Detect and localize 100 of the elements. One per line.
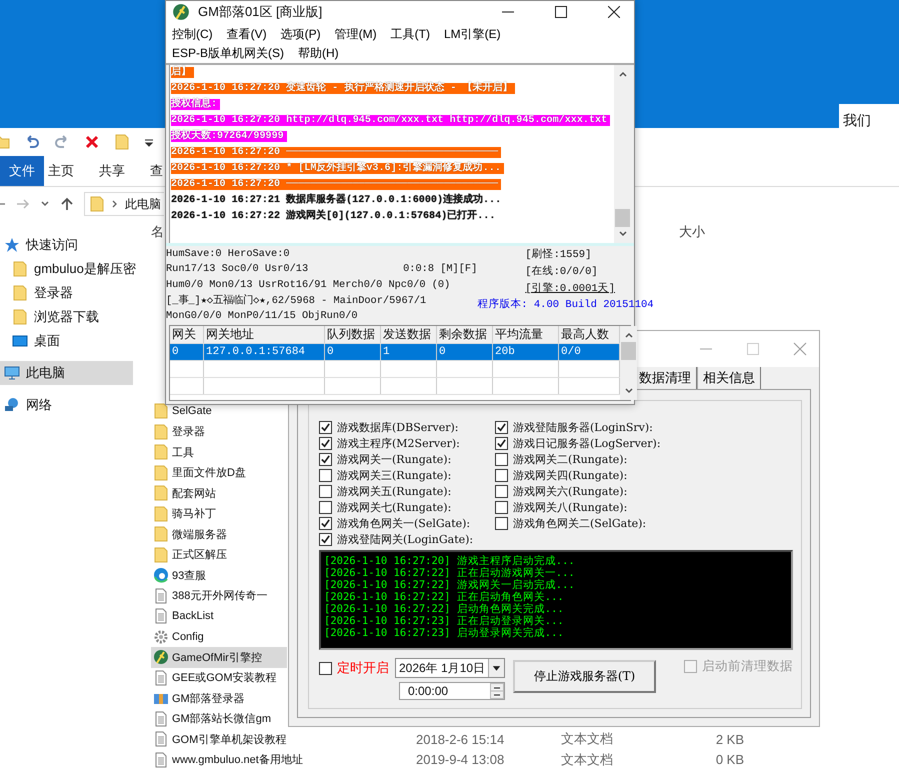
- file-row[interactable]: BackList: [151, 606, 287, 626]
- checkbox[interactable]: [319, 532, 332, 546]
- folder-icon: [153, 506, 169, 522]
- scrollbar[interactable]: [620, 326, 637, 400]
- up-arrow-icon[interactable]: [60, 197, 74, 211]
- server-checkbox[interactable]: 游戏网关七(Rungate):: [319, 499, 495, 515]
- scroll-down-icon[interactable]: [618, 229, 628, 239]
- nav-item[interactable]: 快速访问: [0, 233, 133, 257]
- file-row[interactable]: 388元开外网传奇一: [151, 586, 287, 606]
- scroll-up-icon[interactable]: [618, 69, 628, 79]
- server-checkbox[interactable]: 游戏角色网关二(SelGate):: [495, 515, 755, 531]
- server-checkbox[interactable]: 游戏网关六(Rungate):: [495, 483, 755, 499]
- table-row[interactable]: 0 127.0.0.1:57684 0 1 0 20b 0/0: [170, 344, 620, 361]
- file-row[interactable]: 正式区解压: [151, 544, 287, 565]
- maximize-icon[interactable]: [555, 6, 567, 18]
- server-checkbox[interactable]: 游戏网关四(Rungate):: [495, 467, 755, 483]
- file-row[interactable]: 登录器: [151, 422, 287, 442]
- menu-item[interactable]: 选项(P): [276, 26, 326, 43]
- menu-item[interactable]: LM引擎(E): [440, 26, 506, 43]
- file-row[interactable]: GEE或GOM安装教程: [151, 668, 287, 688]
- console-log: [2026-1-10 16:27:20] 游戏主程序启动完成... [2026-1-10 16:27:22] 正在启动游戏网关一... [2026-1-10 16:27:22] 游戏网关一启动完成... [2026-1-10 16:27:22] 正在启动角色网关... [2026-1-10 16:27:22] 启动角色网关完成... [2026-1-10 16:27:23] 正在启动登录网关... [2026-1-10 16:27:23] 启动登录网关完成...: [319, 550, 793, 650]
- scrollbar[interactable]: [614, 65, 631, 243]
- nav-item[interactable]: 网络: [0, 393, 133, 417]
- stop-server-button[interactable]: 停止游戏服务器(T): [513, 660, 656, 693]
- address-bar[interactable]: 此电脑: [84, 192, 164, 216]
- file-row[interactable]: GameOfMir引擎控: [151, 647, 287, 668]
- scrollbar-thumb[interactable]: [615, 209, 630, 227]
- nav-item[interactable]: 此电脑: [0, 361, 133, 385]
- ribbon-tab[interactable]: 文件: [0, 156, 44, 186]
- file-row[interactable]: 骑马补丁: [151, 504, 287, 524]
- status-text: Run17/13 Soc0/0 Usr0/13: [166, 263, 308, 276]
- timer-checkbox[interactable]: 定时开启: [319, 660, 389, 676]
- checkbox[interactable]: [495, 468, 508, 482]
- server-checkbox[interactable]: 游戏网关二(Rungate):: [495, 451, 755, 467]
- file-row[interactable]: GOM引擎单机架设教程 2018-2-6 15:14 文本文档 2 KB: [151, 729, 751, 750]
- file-row[interactable]: GM部落站长微信gm: [151, 708, 287, 729]
- server-checkbox[interactable]: 游戏登陆网关(LoginGate):: [319, 531, 495, 547]
- column-header[interactable]: 网关: [170, 326, 204, 343]
- star-icon: [4, 237, 20, 253]
- file-row[interactable]: 微端服务器: [151, 524, 287, 544]
- tab[interactable]: 相关信息: [697, 367, 761, 389]
- scroll-down-icon[interactable]: [624, 386, 634, 396]
- checkbox[interactable]: [319, 436, 332, 450]
- server-checkbox[interactable]: 游戏网关三(Rungate):: [319, 467, 495, 483]
- scrollbar-thumb[interactable]: [621, 342, 636, 360]
- server-checkbox[interactable]: 游戏网关八(Rungate):: [495, 499, 755, 515]
- column-header[interactable]: 队列数据: [325, 326, 381, 343]
- scroll-up-icon[interactable]: [624, 330, 634, 340]
- checkbox[interactable]: [495, 500, 508, 514]
- server-checkbox[interactable]: 游戏日记服务器(LogServer):: [495, 435, 755, 451]
- server-checkbox[interactable]: 游戏数据库(DBServer):: [319, 419, 495, 435]
- checkbox[interactable]: [319, 468, 332, 482]
- file-row[interactable]: 工具: [151, 442, 287, 462]
- file-row[interactable]: Config: [151, 626, 287, 647]
- time-field[interactable]: 0:00:00: [399, 682, 505, 700]
- checkbox[interactable]: [495, 484, 508, 498]
- chevron-down-icon[interactable]: [40, 199, 50, 209]
- date-picker[interactable]: 2026年 1月10日: [395, 658, 505, 678]
- delete-icon[interactable]: [84, 134, 100, 150]
- checkbox[interactable]: [319, 662, 332, 674]
- checkbox[interactable]: [319, 420, 332, 434]
- document-icon: [153, 731, 169, 748]
- checkbox[interactable]: [495, 420, 508, 434]
- checkbox[interactable]: [319, 500, 332, 514]
- nav-item[interactable]: 桌面: [0, 329, 133, 353]
- server-checkbox[interactable]: 游戏登陆服务器(LoginSrv):: [495, 419, 755, 435]
- menu-item[interactable]: 管理(M): [330, 26, 382, 43]
- checkbox[interactable]: [319, 516, 332, 530]
- checkbox[interactable]: [319, 452, 332, 466]
- close-icon[interactable]: [608, 6, 620, 18]
- checkbox[interactable]: [495, 516, 508, 530]
- menu-item[interactable]: 控制(C): [168, 26, 218, 43]
- column-header[interactable]: 网关地址: [204, 326, 325, 343]
- server-checkbox[interactable]: 游戏网关五(Rungate):: [319, 483, 495, 499]
- checkbox[interactable]: [495, 452, 508, 466]
- file-row[interactable]: www.gmbuluo.net备用地址 2019-9-4 13:08 文本文档 0 KB: [151, 750, 751, 769]
- checkbox[interactable]: [495, 436, 508, 450]
- server-checkbox[interactable]: 游戏网关一(Rungate):: [319, 451, 495, 467]
- file-row[interactable]: 里面文件放D盘: [151, 462, 287, 483]
- file-row[interactable]: 配套网站: [151, 483, 287, 504]
- column-header[interactable]: 发送数据: [381, 326, 437, 343]
- status-counter: [在线:0/0/0]: [525, 264, 598, 280]
- server-checkbox[interactable]: 游戏主程序(M2Server):: [319, 435, 495, 451]
- column-header[interactable]: 名: [151, 223, 164, 241]
- dropdown-caret-icon[interactable]: [144, 137, 154, 147]
- file-row[interactable]: GM部落登录器: [151, 688, 287, 708]
- column-header[interactable]: 大小: [679, 223, 747, 241]
- menu-item[interactable]: 查看(V): [222, 26, 272, 43]
- column-header[interactable]: 剩余数据: [437, 326, 493, 343]
- file-row[interactable]: SelGate: [151, 401, 287, 422]
- server-checkbox[interactable]: 游戏角色网关一(SelGate):: [319, 515, 495, 531]
- spin-buttons-icon[interactable]: [490, 683, 504, 699]
- column-header[interactable]: 平均流量: [493, 326, 559, 343]
- menu-item[interactable]: 工具(T): [386, 26, 435, 43]
- file-row[interactable]: 93查服: [151, 565, 287, 586]
- nav-item[interactable]: 登录器: [0, 281, 133, 305]
- nav-item[interactable]: 浏览器下载: [0, 305, 133, 329]
- checkbox[interactable]: [319, 484, 332, 498]
- menu-item[interactable]: 帮助(H): [294, 45, 344, 62]
- menu-item[interactable]: ESP-B版单机网关(S): [168, 45, 290, 62]
